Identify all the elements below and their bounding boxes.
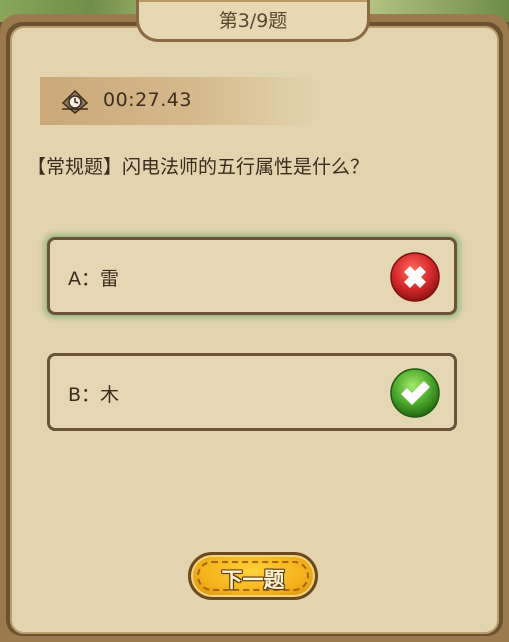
option-a-label: A：雷 <box>68 268 119 290</box>
option-b-label: B：木 <box>68 384 120 406</box>
page-title: 第3/9题 <box>218 10 288 32</box>
next-question-button[interactable]: 下一题 <box>188 552 318 600</box>
red-x-icon <box>390 252 440 302</box>
question-text: 【常规题】闪电法师的五行属性是什么？ <box>27 156 370 178</box>
green-check-icon <box>390 368 440 418</box>
stopwatch-icon <box>60 89 90 115</box>
title-tab: 第3/9题 <box>136 0 370 42</box>
option-b[interactable]: B：木 <box>47 353 457 431</box>
option-a[interactable]: A：雷 <box>47 237 457 315</box>
next-question-label: 下一题 <box>221 568 285 592</box>
timer-value: 00:27.43 <box>103 89 192 111</box>
